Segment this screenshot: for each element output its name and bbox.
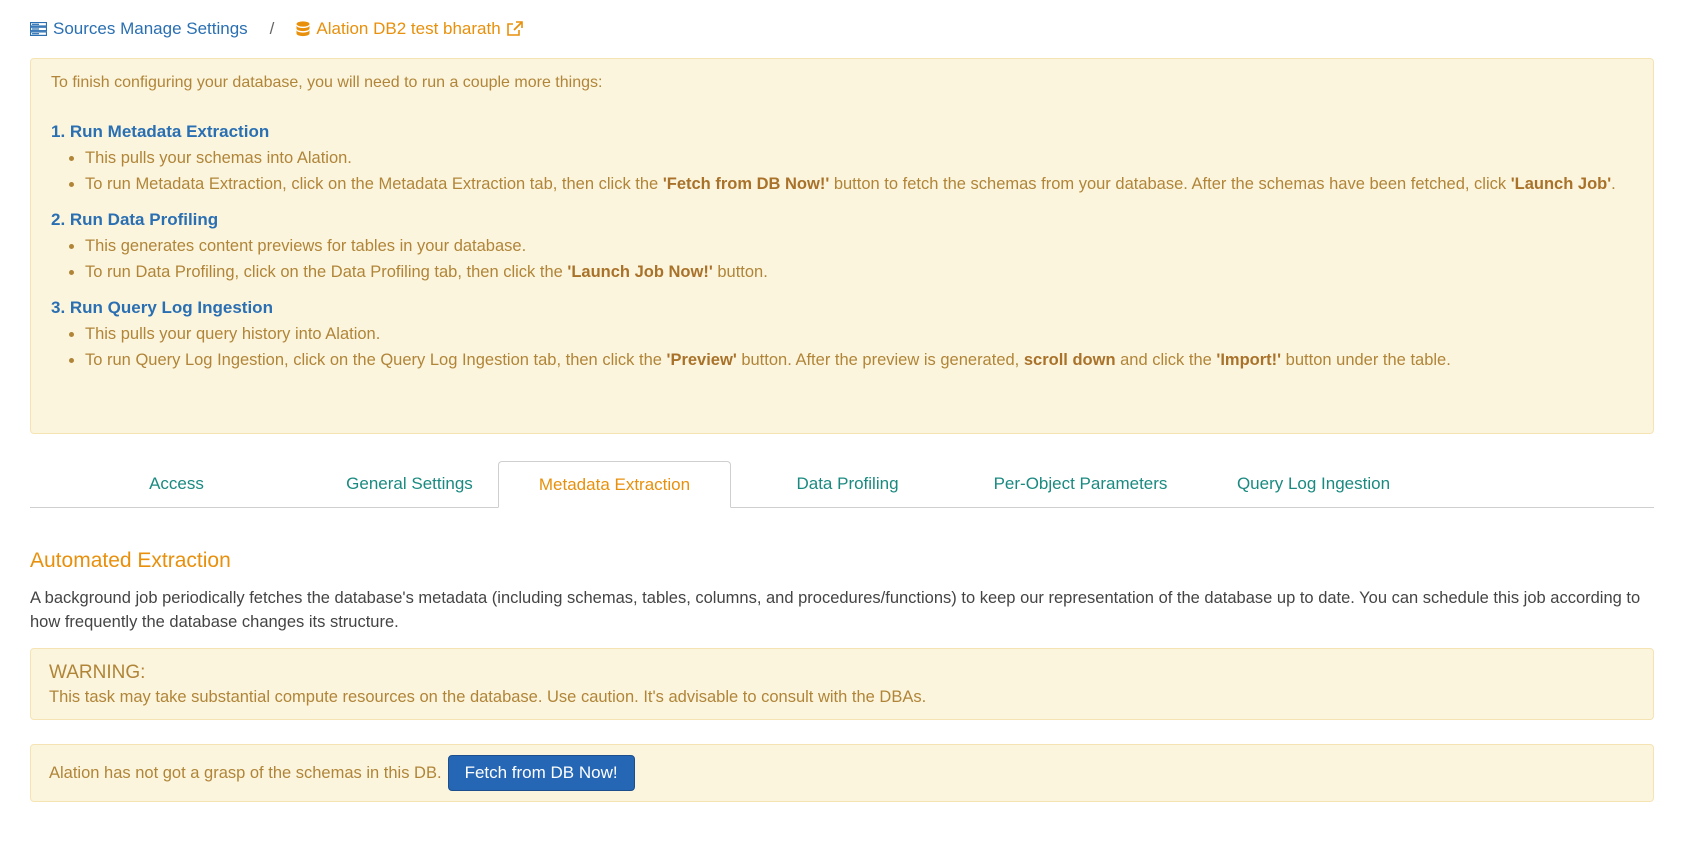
warning-alert: WARNING: This task may take substantial … — [30, 648, 1654, 720]
settings-tabs: Access General Settings Metadata Extract… — [30, 461, 1654, 508]
step-bullet: To run Metadata Extraction, click on the… — [85, 171, 1633, 197]
warning-body: This task may take substantial compute r… — [49, 688, 927, 706]
tab-per-object-parameters[interactable]: Per-Object Parameters — [964, 461, 1197, 507]
external-link-icon[interactable] — [506, 21, 523, 37]
tab-data-profiling[interactable]: Data Profiling — [731, 461, 964, 507]
step-title: 3. Run Query Log Ingestion — [51, 298, 273, 317]
breadcrumb-current-label: Alation DB2 test bharath — [316, 19, 501, 38]
database-icon — [296, 20, 310, 38]
server-list-icon — [30, 22, 47, 36]
section-description: A background job periodically fetches th… — [30, 589, 1641, 631]
breadcrumb-current-source[interactable]: Alation DB2 test bharath — [296, 19, 523, 39]
step-title: 1. Run Metadata Extraction — [51, 122, 270, 141]
tab-general-settings[interactable]: General Settings — [293, 461, 526, 507]
fetch-schemas-alert: Alation has not got a grasp of the schem… — [30, 744, 1654, 802]
tab-query-log-ingestion[interactable]: Query Log Ingestion — [1197, 461, 1430, 507]
step-bullet: This pulls your schemas into Alation. — [85, 145, 1633, 171]
tab-access[interactable]: Access — [60, 461, 293, 507]
step-query-log-ingestion: 3. Run Query Log Ingestion This pulls yo… — [51, 297, 1633, 373]
warning-title: WARNING: — [49, 662, 146, 683]
step-title: 2. Run Data Profiling — [51, 210, 219, 229]
fetch-from-db-button[interactable]: Fetch from DB Now! — [447, 755, 635, 791]
setup-instructions-alert: To finish configuring your database, you… — [30, 58, 1654, 434]
breadcrumb: Sources Manage Settings / Alation DB2 te… — [30, 0, 1654, 58]
step-bullet: To run Query Log Ingestion, click on the… — [85, 347, 1633, 373]
step-data-profiling: 2. Run Data Profiling This generates con… — [51, 209, 1633, 285]
step-bullet: This pulls your query history into Alati… — [85, 321, 1633, 347]
breadcrumb-separator: / — [269, 19, 275, 38]
step-metadata-extraction: 1. Run Metadata Extraction This pulls yo… — [51, 121, 1633, 197]
step-bullet: To run Data Profiling, click on the Data… — [85, 259, 1633, 285]
page: Sources Manage Settings / Alation DB2 te… — [0, 0, 1684, 852]
step-bullet: This generates content previews for tabl… — [85, 233, 1633, 259]
setup-intro: To finish configuring your database, you… — [51, 74, 603, 91]
section-title: Automated Extraction — [30, 549, 231, 572]
fetch-status-text: Alation has not got a grasp of the schem… — [49, 763, 442, 782]
tab-metadata-extraction[interactable]: Metadata Extraction — [498, 461, 731, 508]
breadcrumb-sources-link[interactable]: Sources Manage Settings — [30, 19, 248, 39]
breadcrumb-sources-label: Sources Manage Settings — [53, 19, 248, 38]
